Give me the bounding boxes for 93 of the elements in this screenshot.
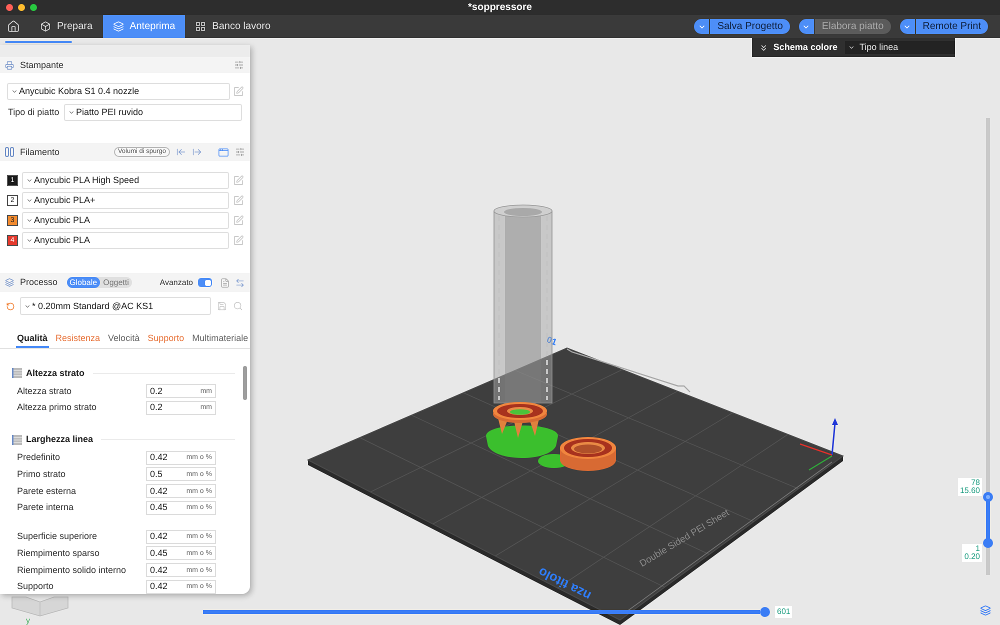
edit-icon[interactable] — [233, 195, 244, 206]
view-cube[interactable] — [12, 596, 68, 616]
settings-tab[interactable]: Velocità — [107, 331, 141, 348]
setting-label: Predefinito — [16, 453, 62, 462]
dropdown-button[interactable] — [798, 19, 814, 34]
process-preset-dropdown[interactable]: * 0.20mm Standard @AC KS1 — [20, 297, 211, 315]
setting-label: Supporto — [16, 582, 55, 592]
printer-icon — [5, 60, 14, 70]
chevron-down-icon — [26, 237, 33, 244]
layers-icon — [5, 278, 14, 287]
mode-tab[interactable]: Banco lavoro — [185, 15, 281, 38]
field-label: Tipo di piatto — [8, 108, 60, 117]
slider-thumb-icon[interactable] — [760, 607, 770, 617]
scrollbar[interactable] — [243, 366, 247, 400]
layer-number: 1 — [976, 545, 980, 554]
reset-icon[interactable] — [6, 302, 15, 310]
filament-dropdown[interactable]: Anycubic PLA High Speed — [22, 172, 229, 189]
setting-label: Riempimento sparso — [16, 548, 101, 558]
window-icon[interactable] — [218, 146, 229, 158]
advanced-switch[interactable] — [198, 278, 212, 287]
arrow-to-line-icon[interactable] — [176, 147, 186, 157]
chevron-down-icon — [11, 88, 18, 95]
section-heading: Altezza strato — [26, 368, 85, 378]
arrows-icon[interactable] — [235, 278, 245, 288]
color-scheme-label: Schema colore — [773, 43, 838, 52]
layer-lines-icon — [12, 434, 22, 445]
advanced-label: Avanzato — [160, 278, 193, 286]
slider-thumb-icon[interactable] — [983, 538, 993, 548]
move-value: 601 — [775, 606, 792, 618]
chevron-down-icon — [68, 109, 75, 116]
settings-tab[interactable]: Qualità — [16, 331, 49, 348]
edit-icon[interactable] — [233, 86, 244, 97]
axis-gizmo — [800, 418, 838, 471]
chevron-down-icon — [26, 177, 33, 184]
chevron-down-icon — [848, 44, 856, 51]
section-title: Stampante — [20, 60, 64, 70]
settings-tab[interactable]: Multimateriale — [191, 331, 250, 348]
setting-label: Parete esterna — [16, 486, 78, 496]
layers-icon — [112, 21, 124, 32]
setting-label: Primo strato — [16, 470, 67, 479]
setting-label: Superficie superiore — [16, 532, 98, 542]
minimize-window-icon[interactable] — [18, 4, 25, 11]
cube-icon — [40, 21, 51, 32]
home-icon — [6, 20, 20, 33]
search-icon[interactable] — [233, 301, 243, 311]
dropdown-button[interactable] — [694, 19, 710, 34]
pill-outlines-icon — [5, 147, 14, 157]
section-title: Filamento — [20, 148, 60, 156]
layer-lines-icon — [12, 368, 22, 378]
chevron-down-icon — [24, 302, 31, 310]
slider-thumb-icon[interactable] — [983, 492, 993, 502]
section-heading: Larghezza linea — [26, 435, 94, 444]
chevron-down-icon — [698, 22, 706, 30]
layer-number: 78 — [971, 479, 980, 488]
dropdown-button[interactable] — [900, 19, 915, 34]
edit-icon[interactable] — [233, 215, 244, 226]
settings-icon[interactable] — [235, 147, 245, 157]
setting-label: Parete interna — [16, 503, 75, 512]
double-chevron-icon[interactable] — [759, 42, 768, 52]
plate-name: nza titolo — [536, 564, 594, 604]
tab-indicator — [5, 41, 72, 43]
layer-height: 0.20 — [964, 553, 980, 562]
save-icon[interactable] — [217, 301, 227, 311]
settings-icon[interactable] — [234, 60, 244, 70]
chevron-down-icon — [903, 22, 912, 30]
color-scheme-dropdown[interactable]: Tipo linea — [845, 41, 955, 54]
action-button[interactable]: Salva Progetto — [710, 19, 790, 34]
filament-dropdown[interactable]: Anycubic PLA — [22, 232, 229, 249]
setting-label: Altezza strato — [16, 386, 73, 396]
document-icon[interactable] — [220, 278, 230, 288]
layers-icon[interactable] — [980, 605, 991, 616]
arrow-from-line-icon[interactable] — [192, 147, 202, 157]
printer-dropdown[interactable]: Anycubic Kobra S1 0.4 nozzle — [7, 83, 230, 100]
edit-icon[interactable] — [233, 235, 244, 246]
section-title: Processo — [20, 278, 58, 287]
setting-label: Riempimento solido interno — [16, 566, 128, 575]
plate-type-dropdown[interactable]: Piatto PEI ruvido — [64, 104, 242, 121]
layer-height: 15.60 — [960, 487, 980, 496]
edit-icon[interactable] — [233, 175, 244, 186]
action-button[interactable]: Remote Print — [916, 19, 988, 34]
close-window-icon[interactable] — [6, 4, 13, 11]
axis-label: y — [26, 616, 30, 625]
setting-label: Altezza primo strato — [16, 403, 98, 412]
grid-icon — [195, 21, 206, 32]
filament-dropdown[interactable]: Anycubic PLA — [22, 212, 229, 229]
plate-number: 01 — [545, 334, 558, 348]
chevron-down-icon — [26, 217, 33, 224]
chevron-down-icon — [26, 197, 33, 204]
window-title: *soppressore — [468, 2, 532, 12]
chevron-down-icon — [802, 22, 810, 30]
zoom-window-icon[interactable] — [30, 4, 37, 11]
filament-dropdown[interactable]: Anycubic PLA+ — [22, 192, 229, 209]
mode-tab[interactable]: Prepara — [30, 15, 103, 38]
